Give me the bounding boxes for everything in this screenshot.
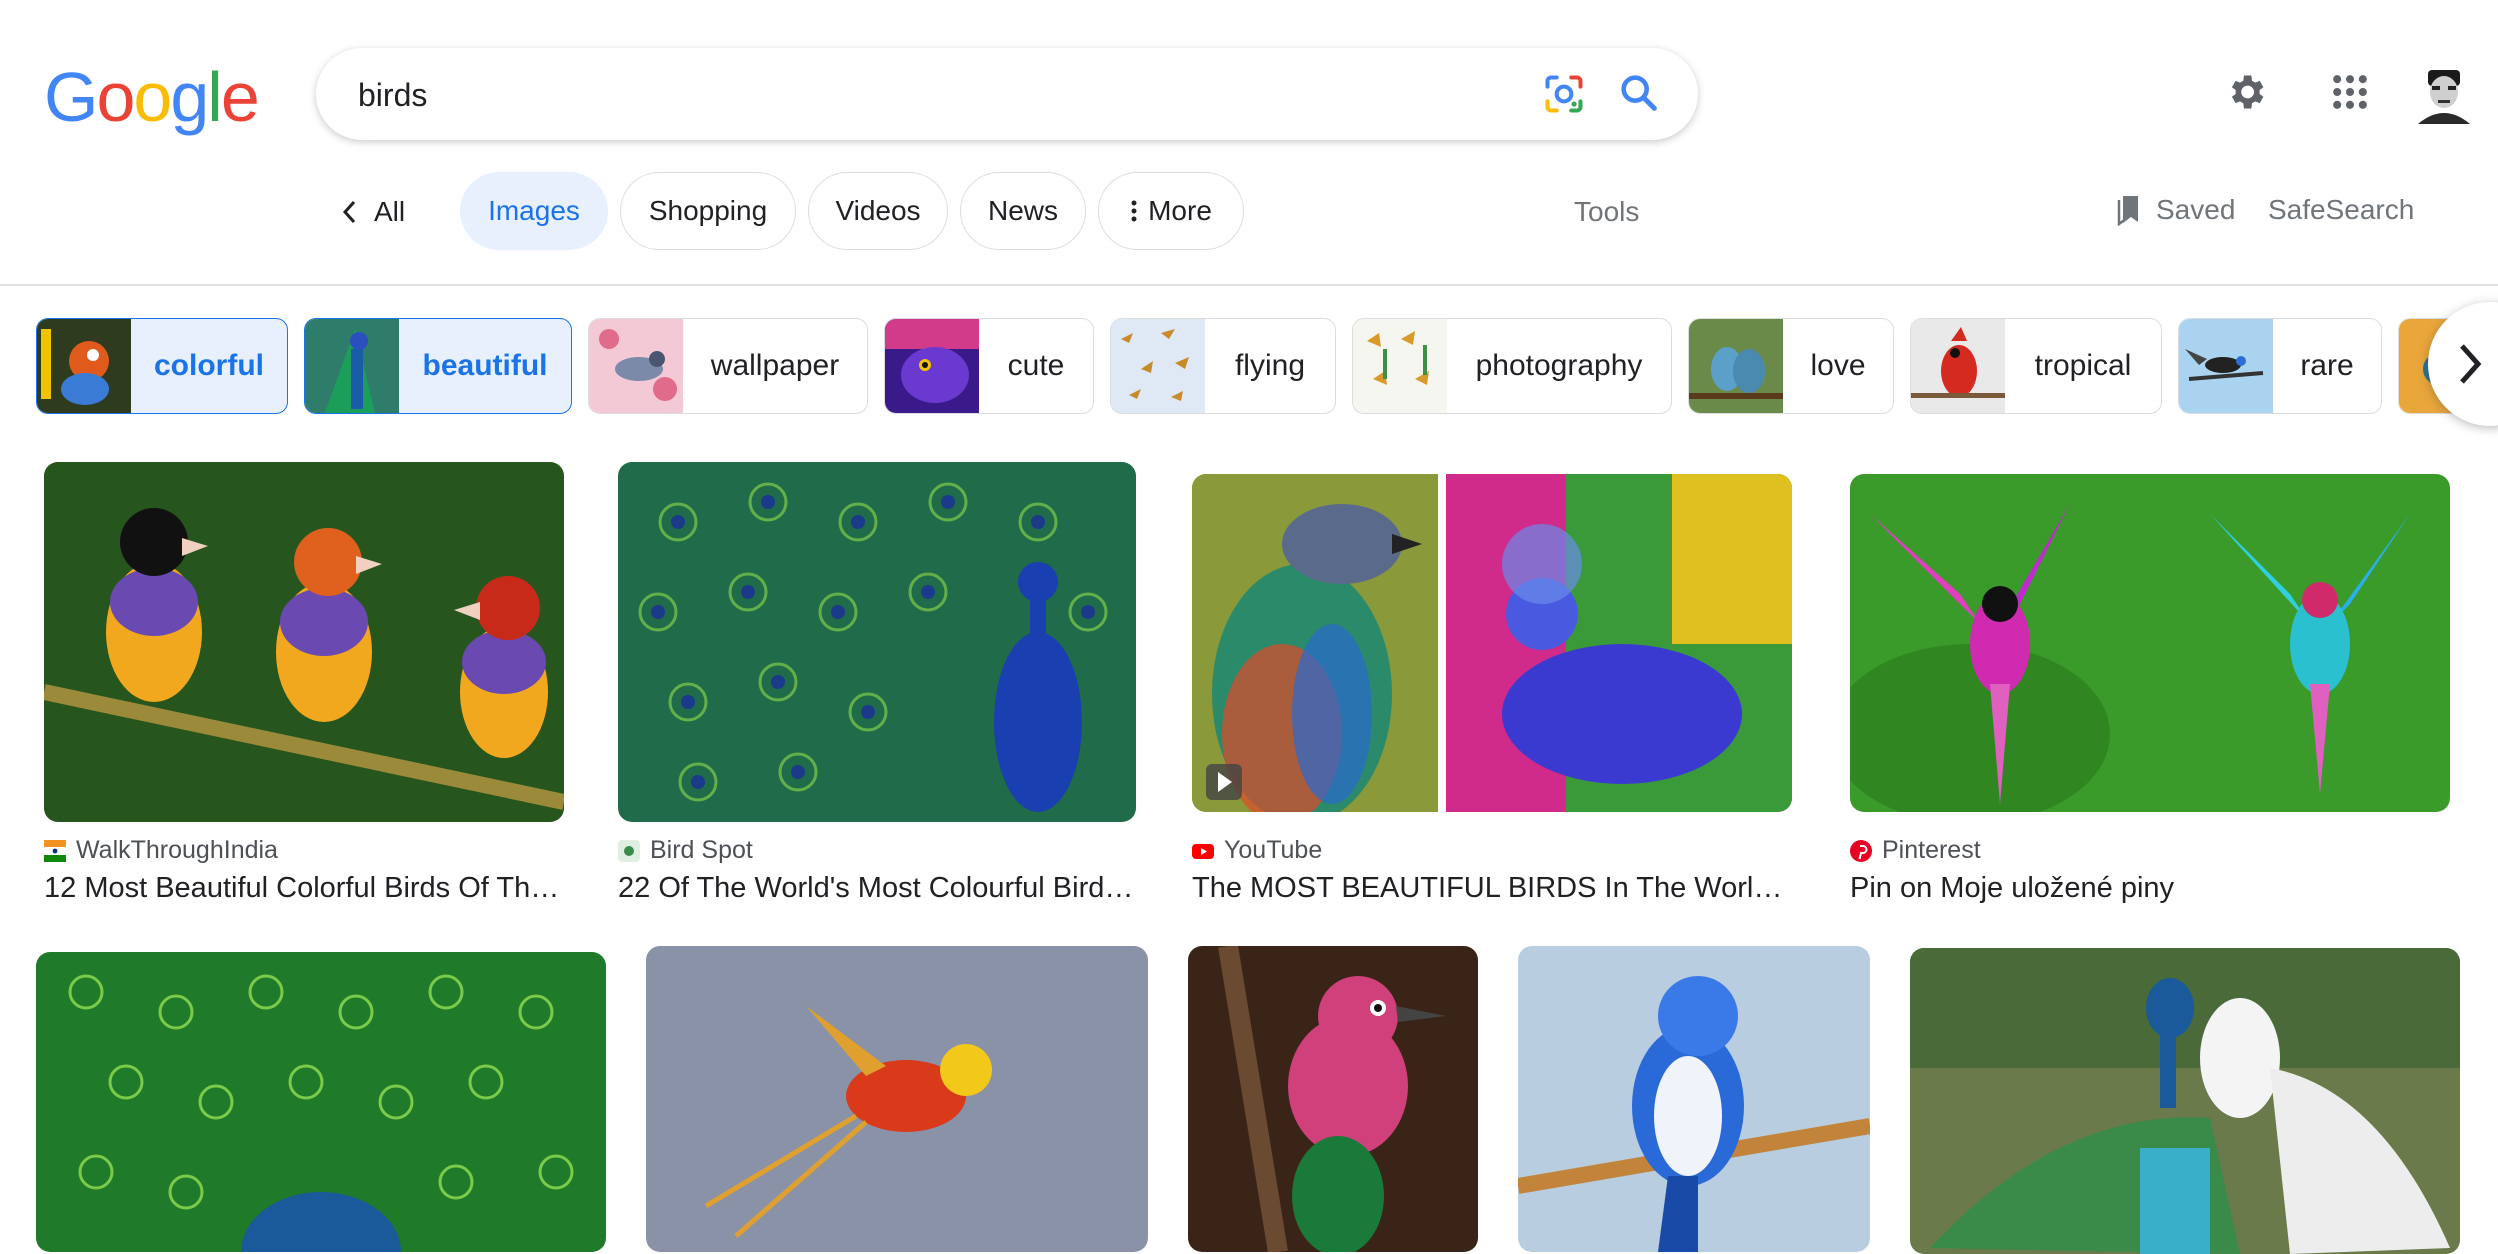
result-title[interactable]: 12 Most Beautiful Colorful Birds Of The … xyxy=(44,872,564,905)
chip-thumbnail xyxy=(1111,319,1205,413)
chip-label: flying xyxy=(1234,349,1306,382)
result-image[interactable] xyxy=(1192,474,1792,812)
source-label: WalkThroughIndia xyxy=(76,836,278,864)
chip-label: colorful xyxy=(154,349,264,382)
refine-chip-love[interactable]: love xyxy=(1688,318,1894,414)
chip-thumbnail xyxy=(589,319,683,413)
result-image[interactable] xyxy=(618,462,1136,822)
header-divider xyxy=(0,284,2498,286)
source-label: YouTube xyxy=(1224,836,1323,864)
pinterest-icon xyxy=(1850,839,1872,862)
result-image[interactable] xyxy=(1188,946,1478,1252)
tab-more[interactable]: More xyxy=(1098,172,1244,250)
logo-letter: G xyxy=(44,58,98,136)
settings-gear-icon[interactable] xyxy=(2224,70,2268,114)
google-lens-icon[interactable] xyxy=(1542,72,1586,116)
result-title[interactable]: Pin on Moje uložené piny xyxy=(1850,872,2450,905)
youtube-icon xyxy=(1192,843,1214,859)
result-image[interactable] xyxy=(646,946,1148,1252)
tab-label: Videos xyxy=(835,195,921,226)
chip-thumbnail xyxy=(1911,319,2005,413)
bookmark-icon xyxy=(2117,196,2138,226)
saved-label: Saved xyxy=(2156,194,2236,225)
result-image[interactable] xyxy=(44,462,564,822)
account-avatar[interactable] xyxy=(2414,64,2474,124)
india-flag-icon xyxy=(44,839,66,862)
saved-link[interactable]: Saved xyxy=(2116,194,2235,226)
chip-label: cute xyxy=(1007,349,1065,382)
tab-label: More xyxy=(1148,195,1212,226)
tab-label: News xyxy=(987,195,1058,226)
result-source[interactable]: Pinterest xyxy=(1850,836,1981,865)
more-vert-icon xyxy=(1131,200,1137,222)
chip-thumbnail xyxy=(2179,319,2273,413)
refine-chip-cute[interactable]: cute xyxy=(884,318,1094,414)
refine-chip-tropical[interactable]: tropical xyxy=(1910,318,2162,414)
refine-chip-flying[interactable]: flying xyxy=(1110,318,1336,414)
logo-letter: o xyxy=(96,58,135,136)
bird-spot-favicon xyxy=(618,839,640,862)
back-to-all-link[interactable]: All xyxy=(340,196,405,228)
tab-images[interactable]: Images xyxy=(460,172,608,250)
result-title[interactable]: The MOST BEAUTIFUL BIRDS In The World ..… xyxy=(1192,872,1792,905)
chip-thumbnail xyxy=(885,319,979,413)
tab-videos[interactable]: Videos xyxy=(808,172,948,250)
safesearch-button[interactable]: SafeSearch xyxy=(2268,194,2414,226)
refine-chip-photography[interactable]: photography xyxy=(1352,318,1672,414)
tab-label: Shopping xyxy=(648,195,768,226)
result-title[interactable]: 22 Of The World's Most Colourful Birds W… xyxy=(618,872,1136,905)
tab-news[interactable]: News xyxy=(960,172,1086,250)
result-source[interactable]: YouTube xyxy=(1192,836,1322,865)
tab-shopping[interactable]: Shopping xyxy=(620,172,796,250)
chip-thumbnail xyxy=(305,319,399,413)
google-logo[interactable]: Google xyxy=(44,58,260,136)
refine-chip-rare[interactable]: rare xyxy=(2178,318,2382,414)
logo-letter: e xyxy=(220,58,260,136)
chevron-left-icon xyxy=(342,200,356,224)
refine-chip-wallpaper[interactable]: wallpaper xyxy=(588,318,868,414)
result-image[interactable] xyxy=(1910,948,2460,1254)
logo-letter: o xyxy=(133,58,172,136)
search-icon[interactable] xyxy=(1616,70,1662,116)
chip-thumbnail xyxy=(37,319,131,413)
result-source[interactable]: Bird Spot xyxy=(618,836,753,865)
source-label: Bird Spot xyxy=(650,836,753,864)
back-label: All xyxy=(374,196,406,227)
result-source[interactable]: WalkThroughIndia xyxy=(44,836,278,865)
logo-letter: l xyxy=(207,58,223,136)
tools-button[interactable]: Tools xyxy=(1574,196,1639,228)
logo-letter: g xyxy=(170,58,209,136)
chip-thumbnail xyxy=(1353,319,1447,413)
chip-label: tropical xyxy=(2034,349,2132,382)
result-image[interactable] xyxy=(1518,946,1870,1252)
chip-label: love xyxy=(1810,349,1866,382)
source-label: Pinterest xyxy=(1882,836,1981,864)
tab-label: Images xyxy=(488,195,580,226)
search-box xyxy=(316,48,1698,140)
chip-label: wallpaper xyxy=(710,349,840,382)
apps-grid-icon[interactable] xyxy=(2328,70,2372,114)
refine-chip-colorful[interactable]: colorful xyxy=(36,318,288,414)
chip-label: beautiful xyxy=(422,349,548,382)
chevron-right-icon xyxy=(2460,344,2482,384)
result-image[interactable] xyxy=(36,952,606,1252)
refine-chip-beautiful[interactable]: beautiful xyxy=(304,318,572,414)
result-image[interactable] xyxy=(1850,474,2450,812)
chip-thumbnail xyxy=(1689,319,1783,413)
search-input[interactable] xyxy=(356,70,1460,120)
chip-label: rare xyxy=(2300,349,2354,382)
chip-label: photography xyxy=(1475,349,1643,382)
